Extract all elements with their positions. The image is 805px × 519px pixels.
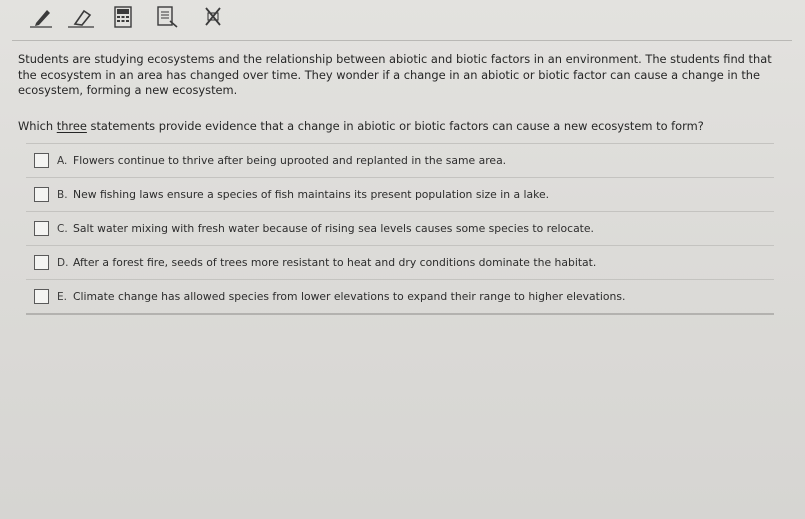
choice-e-letter: E. <box>57 290 67 303</box>
choice-e[interactable]: E. Climate change has allowed species fr… <box>26 280 774 315</box>
prompt-text-start: Which <box>18 119 57 133</box>
choice-d-text: After a forest fire, seeds of trees more… <box>73 256 597 269</box>
choice-a-checkbox[interactable] <box>34 153 49 168</box>
choice-d[interactable]: D. After a forest fire, seeds of trees m… <box>26 246 774 280</box>
choice-e-checkbox[interactable] <box>34 289 49 304</box>
tool-bar <box>0 0 805 38</box>
answer-choices: A. Flowers continue to thrive after bein… <box>26 143 774 315</box>
calculator-tool-button[interactable] <box>106 4 140 30</box>
prompt-emphasis: three <box>56 119 87 133</box>
choice-c-checkbox[interactable] <box>34 221 49 236</box>
question-stem: Students are studying ecosystems and the… <box>18 52 772 97</box>
eraser-icon <box>68 9 94 28</box>
toolbar-divider <box>12 40 792 41</box>
pencil-icon <box>30 10 52 28</box>
choice-b-letter: B. <box>57 188 68 201</box>
eraser-tool-button[interactable] <box>64 4 98 30</box>
choice-c-letter: C. <box>57 222 68 235</box>
choice-e-text: Climate change has allowed species from … <box>73 290 626 303</box>
answer-eliminator-icon <box>205 7 221 26</box>
choice-b-checkbox[interactable] <box>34 187 49 202</box>
question-prompt: Which three statements provide evidence … <box>18 119 788 134</box>
pencil-tool-button[interactable] <box>24 4 58 30</box>
choice-a-text: Flowers continue to thrive after being u… <box>73 154 507 167</box>
calculator-icon <box>114 6 132 28</box>
choice-b[interactable]: B. New fishing laws ensure a species of … <box>26 178 774 212</box>
choice-c[interactable]: C. Salt water mixing with fresh water be… <box>26 212 774 246</box>
choice-d-checkbox[interactable] <box>34 255 49 270</box>
reference-tool-button[interactable] <box>150 4 184 30</box>
reference-sheet-icon <box>157 6 178 28</box>
choice-a[interactable]: A. Flowers continue to thrive after bein… <box>26 144 774 178</box>
prompt-text-end: statements provide evidence that a chang… <box>86 119 704 133</box>
answer-eliminator-tool-button[interactable] <box>196 4 230 30</box>
choice-a-letter: A. <box>57 154 68 167</box>
choice-b-text: New fishing laws ensure a species of fis… <box>73 188 550 201</box>
choice-d-letter: D. <box>57 256 69 269</box>
assessment-page: Students are studying ecosystems and the… <box>0 0 805 519</box>
choice-c-text: Salt water mixing with fresh water becau… <box>73 222 594 235</box>
